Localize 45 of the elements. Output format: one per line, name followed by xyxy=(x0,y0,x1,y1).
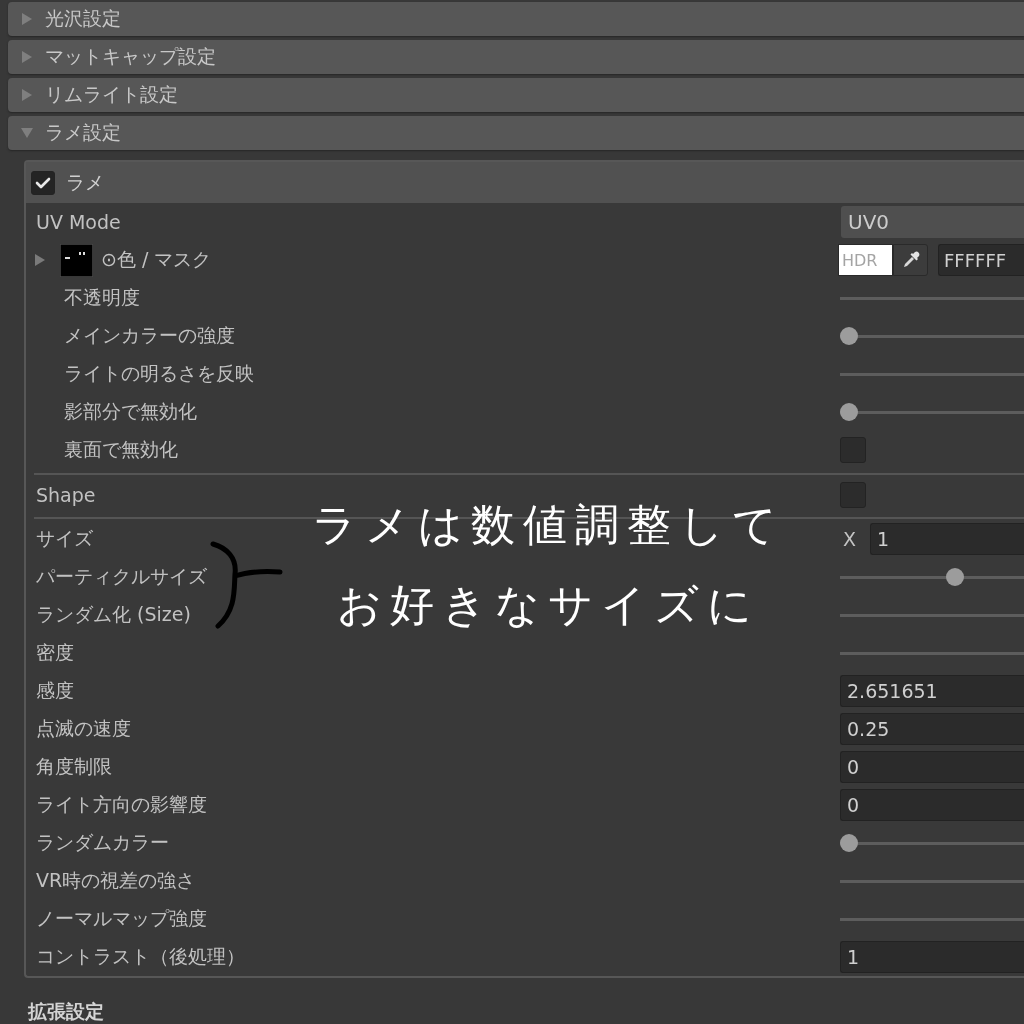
number-field[interactable]: 0 xyxy=(840,789,1024,821)
property-label: 感度 xyxy=(36,678,74,703)
property-label: 影部分で無効化 xyxy=(64,399,197,424)
number-field[interactable]: 2.651651 xyxy=(840,675,1024,707)
property-label: Shape xyxy=(36,484,96,506)
texture-thumbnail-icon[interactable] xyxy=(60,243,93,277)
property-label: ノーマルマップ強度 xyxy=(36,906,207,931)
dropdown[interactable]: UV0 xyxy=(841,206,1024,238)
property-label: コントラスト（後処理） xyxy=(36,944,245,969)
property-label: ランダム化 (Size) xyxy=(36,602,191,627)
property-label: 不透明度 xyxy=(64,285,140,310)
foldout-arrow-icon[interactable] xyxy=(34,254,46,266)
number-field[interactable]: 0.25 xyxy=(840,713,1024,745)
section-toggle-label: ラメ xyxy=(66,169,104,195)
number-field[interactable]: 1 xyxy=(840,941,1024,973)
property-label: VR時の視差の強さ xyxy=(36,868,196,893)
slider-thumb[interactable] xyxy=(946,568,965,586)
section-heading: 拡張設定 xyxy=(28,1000,105,1022)
checkbox[interactable] xyxy=(31,170,55,195)
slider-thumb[interactable] xyxy=(840,327,858,345)
property-label: パーティクルサイズ xyxy=(36,564,207,589)
number-field[interactable]: 1 xyxy=(870,523,1024,555)
property-label: 点滅の速度 xyxy=(36,716,131,741)
property-label: 密度 xyxy=(36,640,74,665)
annotation-text: ラメは数値調整して お好きなサイズに xyxy=(310,498,786,632)
axis-label: X xyxy=(843,528,858,550)
property-label: メインカラーの強度 xyxy=(64,323,235,348)
eyedropper-button[interactable] xyxy=(893,244,928,276)
foldout-header[interactable]: ラメ設定 xyxy=(8,116,1024,150)
property-label: ⊙色 / マスク xyxy=(101,247,212,272)
slider-thumb[interactable] xyxy=(840,834,858,852)
slider-thumb[interactable] xyxy=(840,403,858,421)
property-label: サイズ xyxy=(36,526,93,551)
property-label: ライトの明るさを反映 xyxy=(64,361,254,386)
checkmark-icon xyxy=(35,176,51,189)
property-label: ライト方向の影響度 xyxy=(36,792,207,817)
property-label: 角度制限 xyxy=(36,754,112,779)
property-label: UV Mode xyxy=(36,211,121,233)
foldout-header[interactable]: 光沢設定 xyxy=(8,2,1024,36)
property-label: 裏面で無効化 xyxy=(64,437,178,462)
foldout-header[interactable]: リムライト設定 xyxy=(8,78,1024,112)
foldout-header[interactable]: マットキャップ設定 xyxy=(8,40,1024,74)
property-label: ランダムカラー xyxy=(36,830,169,855)
number-field[interactable]: 0 xyxy=(840,751,1024,783)
hex-field[interactable]: FFFFFF xyxy=(938,244,1024,276)
